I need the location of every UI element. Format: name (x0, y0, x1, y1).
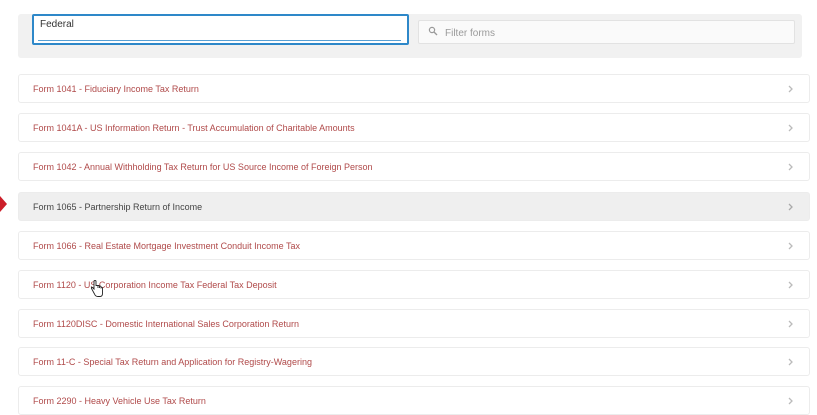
form-row-label: Form 11-C - Special Tax Return and Appli… (33, 356, 312, 367)
form-row-1120disc[interactable]: Form 1120DISC - Domestic International S… (18, 309, 810, 338)
form-row-label: Form 1041 - Fiduciary Income Tax Return (33, 83, 199, 94)
form-row-label: Form 1120DISC - Domestic International S… (33, 318, 299, 329)
form-row-label: Form 1066 - Real Estate Mortgage Investm… (33, 240, 300, 251)
jurisdiction-field[interactable]: Federal (32, 14, 409, 45)
filter-forms-input[interactable] (443, 23, 787, 43)
chevron-right-icon (788, 358, 793, 366)
warning-marker (0, 196, 7, 212)
chevron-right-icon (788, 163, 793, 171)
form-row-label: Form 2290 - Heavy Vehicle Use Tax Return (33, 395, 206, 406)
form-row-2290[interactable]: Form 2290 - Heavy Vehicle Use Tax Return (18, 386, 810, 415)
form-row-label: Form 1120 - US Corporation Income Tax Fe… (33, 279, 277, 290)
form-row-label: Form 1042 - Annual Withholding Tax Retur… (33, 161, 373, 172)
filter-box[interactable] (418, 20, 795, 44)
jurisdiction-value: Federal (40, 19, 74, 30)
chevron-right-icon (788, 124, 793, 132)
chevron-right-icon (788, 85, 793, 93)
form-row-1120[interactable]: Form 1120 - US Corporation Income Tax Fe… (18, 270, 810, 299)
chevron-right-icon (788, 320, 793, 328)
form-row-label: Form 1041A - US Information Return - Tru… (33, 122, 355, 133)
form-row-1041[interactable]: Form 1041 - Fiduciary Income Tax Return (18, 74, 810, 103)
form-row-label: Form 1065 - Partnership Return of Income (33, 201, 203, 212)
form-row-1041a[interactable]: Form 1041A - US Information Return - Tru… (18, 113, 810, 142)
form-row-1042[interactable]: Form 1042 - Annual Withholding Tax Retur… (18, 152, 810, 181)
input-underline (38, 40, 401, 41)
chevron-right-icon (788, 203, 793, 211)
search-icon (428, 26, 438, 36)
chevron-right-icon (788, 242, 793, 250)
form-row-1065[interactable]: Form 1065 - Partnership Return of Income (18, 192, 810, 221)
chevron-right-icon (788, 281, 793, 289)
hand-pointer-icon (90, 280, 103, 297)
form-row-11c[interactable]: Form 11-C - Special Tax Return and Appli… (18, 347, 810, 376)
chevron-right-icon (788, 397, 793, 405)
form-row-1066[interactable]: Form 1066 - Real Estate Mortgage Investm… (18, 231, 810, 260)
